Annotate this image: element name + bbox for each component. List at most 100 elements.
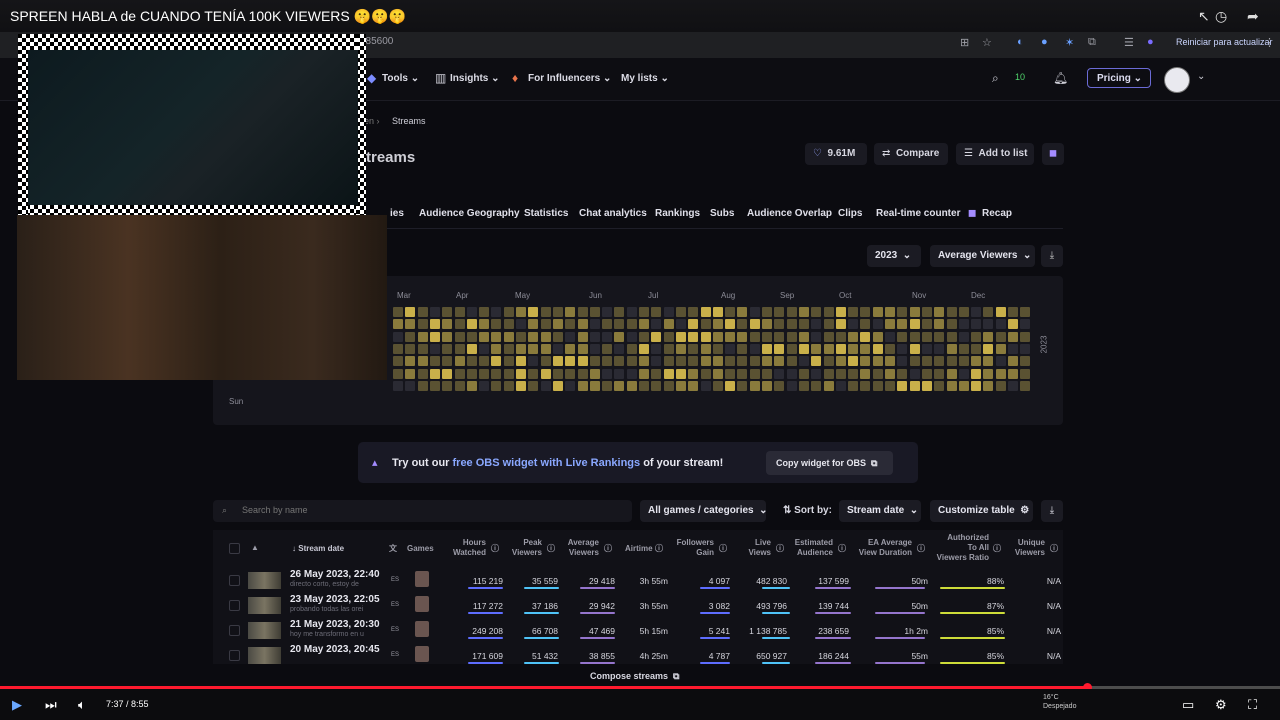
game-thumbnail[interactable] bbox=[415, 571, 429, 587]
heatmap-cell[interactable] bbox=[737, 343, 748, 354]
heatmap-cell[interactable] bbox=[983, 380, 994, 391]
heatmap-cell[interactable] bbox=[737, 368, 748, 379]
fullscreen-icon[interactable]: ⛶ bbox=[1248, 697, 1257, 713]
heatmap-cell[interactable] bbox=[688, 331, 699, 342]
heatmap-cell[interactable] bbox=[503, 331, 514, 342]
heatmap-cell[interactable] bbox=[921, 331, 932, 342]
heatmap-cell[interactable] bbox=[712, 307, 723, 317]
row-checkbox[interactable] bbox=[229, 625, 240, 636]
heatmap-cell[interactable] bbox=[835, 307, 846, 317]
heatmap-cell[interactable] bbox=[589, 319, 600, 330]
heatmap-cell[interactable] bbox=[602, 356, 613, 367]
heatmap-cell[interactable] bbox=[860, 331, 871, 342]
game-thumbnail[interactable] bbox=[415, 596, 429, 612]
heatmap-cell[interactable] bbox=[860, 319, 871, 330]
header-live-views[interactable]: Live Views bbox=[735, 538, 771, 558]
heatmap-cell[interactable] bbox=[946, 331, 957, 342]
heatmap-cell[interactable] bbox=[835, 356, 846, 367]
premium-button[interactable]: ◼ bbox=[1042, 143, 1064, 165]
games-filter-select[interactable]: All games / categories ⌄ bbox=[640, 500, 768, 522]
heatmap-cell[interactable] bbox=[971, 343, 982, 354]
tab-clips[interactable]: Clips bbox=[838, 208, 862, 219]
heatmap-cell[interactable] bbox=[872, 331, 883, 342]
heatmap-cell[interactable] bbox=[454, 343, 465, 354]
heatmap-cell[interactable] bbox=[589, 368, 600, 379]
sort-select[interactable]: Stream date ⌄ bbox=[839, 500, 921, 522]
heatmap-cell[interactable] bbox=[429, 343, 440, 354]
heatmap-cell[interactable] bbox=[921, 368, 932, 379]
heatmap-cell[interactable] bbox=[552, 380, 563, 391]
heatmap-cell[interactable] bbox=[897, 343, 908, 354]
heatmap-cell[interactable] bbox=[946, 380, 957, 391]
heatmap-cell[interactable] bbox=[1020, 319, 1031, 330]
heatmap-cell[interactable] bbox=[725, 319, 736, 330]
heatmap-cell[interactable] bbox=[725, 343, 736, 354]
heatmap-cell[interactable] bbox=[614, 368, 625, 379]
header-followers-gain[interactable]: Followers Gain bbox=[672, 538, 714, 558]
heatmap-cell[interactable] bbox=[774, 331, 785, 342]
heatmap-cell[interactable] bbox=[909, 356, 920, 367]
heatmap-cell[interactable] bbox=[663, 356, 674, 367]
heatmap-cell[interactable] bbox=[589, 356, 600, 367]
heatmap-cell[interactable] bbox=[466, 343, 477, 354]
heatmap-cell[interactable] bbox=[614, 307, 625, 317]
stream-thumbnail[interactable] bbox=[248, 622, 281, 639]
heatmap-cell[interactable] bbox=[663, 380, 674, 391]
heatmap-cell[interactable] bbox=[934, 368, 945, 379]
heatmap-cell[interactable] bbox=[1020, 380, 1031, 391]
heatmap-cell[interactable] bbox=[589, 343, 600, 354]
heatmap-cell[interactable] bbox=[663, 343, 674, 354]
browser-menu-icon[interactable]: ⋮ bbox=[1264, 36, 1275, 49]
heatmap-cell[interactable] bbox=[762, 368, 772, 379]
heatmap-cell[interactable] bbox=[958, 319, 969, 330]
stream-thumbnail[interactable] bbox=[248, 597, 281, 614]
heatmap-cell[interactable] bbox=[516, 319, 526, 330]
heatmap-cell[interactable] bbox=[995, 331, 1006, 342]
heatmap-cell[interactable] bbox=[516, 343, 526, 354]
heatmap-cell[interactable] bbox=[725, 331, 736, 342]
heatmap-cell[interactable] bbox=[417, 356, 428, 367]
heatmap-cell[interactable] bbox=[934, 356, 945, 367]
heatmap-cell[interactable] bbox=[491, 380, 502, 391]
heatmap-cell[interactable] bbox=[971, 368, 982, 379]
heatmap-cell[interactable] bbox=[958, 307, 969, 317]
heatmap-cell[interactable] bbox=[848, 356, 859, 367]
heatmap-cell[interactable] bbox=[442, 380, 453, 391]
heatmap-cell[interactable] bbox=[909, 343, 920, 354]
heatmap-cell[interactable] bbox=[429, 368, 440, 379]
chevron-down-icon[interactable]: ⌄ bbox=[1197, 71, 1205, 82]
heatmap-cell[interactable] bbox=[688, 319, 699, 330]
heatmap-cell[interactable] bbox=[479, 307, 490, 317]
heatmap-cell[interactable] bbox=[712, 356, 723, 367]
year-select[interactable]: 2023 ⌄ bbox=[867, 245, 921, 267]
heatmap-cell[interactable] bbox=[848, 331, 859, 342]
bookmark-star-icon[interactable]: ☆ bbox=[982, 36, 992, 49]
heatmap-cell[interactable] bbox=[479, 368, 490, 379]
play-icon[interactable]: ▶ bbox=[12, 697, 22, 713]
heatmap-cell[interactable] bbox=[639, 331, 649, 342]
heatmap-cell[interactable] bbox=[897, 307, 908, 317]
tab-audience-overlap[interactable]: Audience Overlap bbox=[747, 208, 832, 219]
heatmap-cell[interactable] bbox=[983, 307, 994, 317]
heatmap-cell[interactable] bbox=[626, 331, 637, 342]
heatmap-cell[interactable] bbox=[897, 368, 908, 379]
heatmap-cell[interactable] bbox=[405, 331, 416, 342]
heatmap-cell[interactable] bbox=[405, 380, 416, 391]
heatmap-cell[interactable] bbox=[921, 343, 932, 354]
heatmap-cell[interactable] bbox=[811, 380, 822, 391]
tab-recap[interactable]: Recap bbox=[982, 208, 1012, 219]
heatmap-cell[interactable] bbox=[983, 343, 994, 354]
heatmap-cell[interactable] bbox=[651, 380, 662, 391]
nav-my-lists[interactable]: My lists ⌄ bbox=[621, 73, 669, 84]
heatmap-cell[interactable] bbox=[811, 331, 822, 342]
heatmap-cell[interactable] bbox=[675, 319, 686, 330]
heatmap-cell[interactable] bbox=[491, 331, 502, 342]
restart-to-update-button[interactable]: Reiniciar para actualizar bbox=[1172, 35, 1277, 50]
heatmap-cell[interactable] bbox=[639, 319, 649, 330]
heatmap-cell[interactable] bbox=[712, 319, 723, 330]
heatmap-cell[interactable] bbox=[540, 380, 551, 391]
heatmap-cell[interactable] bbox=[823, 380, 834, 391]
customize-table-button[interactable]: Customize table ⚙ bbox=[930, 500, 1033, 522]
heatmap-cell[interactable] bbox=[762, 380, 772, 391]
heatmap-cell[interactable] bbox=[1008, 380, 1018, 391]
